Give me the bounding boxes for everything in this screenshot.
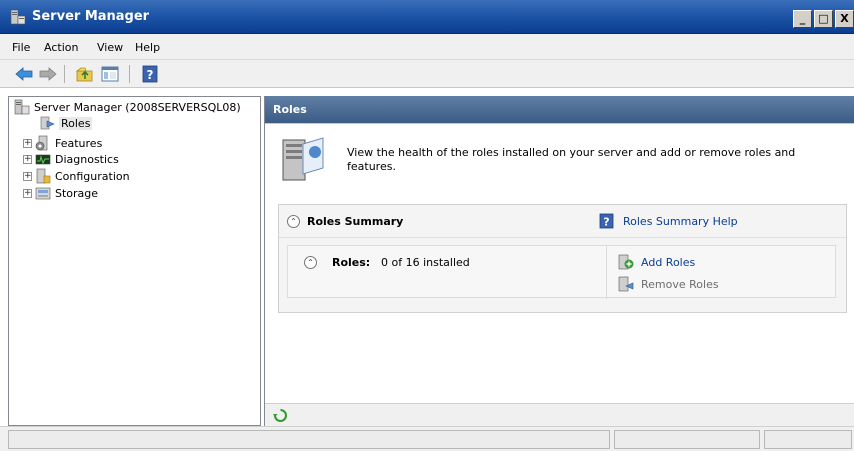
roles-panel-inner: ⌃ Roles: 0 of 16 installed Add Roles Rem bbox=[287, 245, 836, 299]
add-roles-icon[interactable] bbox=[618, 254, 634, 270]
svg-text:?: ? bbox=[603, 216, 609, 229]
expand-icon[interactable]: + bbox=[23, 188, 32, 198]
status-bar bbox=[0, 426, 854, 451]
content-footer bbox=[265, 403, 854, 426]
status-cell-tertiary bbox=[764, 430, 852, 449]
forward-arrow-icon[interactable] bbox=[38, 65, 58, 83]
server-manager-icon bbox=[10, 9, 26, 25]
tree-label-features: Features bbox=[55, 136, 103, 150]
navigation-tree[interactable]: Server Manager (2008SERVERSQL08) Roles +… bbox=[8, 96, 261, 426]
svg-text:?: ? bbox=[147, 68, 154, 82]
back-arrow-icon[interactable] bbox=[14, 65, 34, 83]
expand-icon[interactable]: + bbox=[23, 154, 32, 164]
tree-label-diagnostics: Diagnostics bbox=[55, 152, 119, 166]
tree-item-diagnostics[interactable]: + Diagnostics bbox=[23, 151, 119, 167]
roles-installed-count: 0 of 16 installed bbox=[381, 256, 470, 269]
expand-icon[interactable]: + bbox=[23, 138, 32, 148]
menu-file[interactable]: File bbox=[12, 41, 30, 54]
roles-summary-header: ⌃ Roles Summary ? Roles Summary Help bbox=[279, 205, 846, 238]
content-header: Roles bbox=[265, 96, 854, 123]
status-cell-secondary bbox=[614, 430, 760, 449]
roles-summary-title: Roles Summary bbox=[307, 215, 404, 228]
collapse-roles-button[interactable]: ⌃ bbox=[304, 256, 317, 269]
menu-help[interactable]: Help bbox=[135, 41, 160, 54]
toolbar-separator bbox=[129, 65, 130, 83]
tree-item-features[interactable]: + Features bbox=[23, 135, 102, 151]
tree-item-server-manager[interactable]: Server Manager (2008SERVERSQL08) bbox=[14, 99, 241, 115]
refresh-icon[interactable] bbox=[273, 408, 288, 423]
close-button[interactable]: X bbox=[835, 10, 854, 28]
roles-large-icon bbox=[282, 137, 324, 181]
roles-panel: ⌃ Roles: 0 of 16 installed Add Roles Rem bbox=[279, 245, 846, 299]
diagnostics-icon bbox=[35, 154, 51, 165]
page-title: Roles bbox=[273, 103, 307, 116]
remove-roles-link[interactable]: Remove Roles bbox=[641, 278, 719, 291]
help-icon[interactable]: ? bbox=[140, 65, 160, 83]
roles-label: Roles: bbox=[332, 256, 371, 269]
maximize-button[interactable]: □ bbox=[814, 10, 833, 28]
storage-icon bbox=[35, 187, 51, 200]
roles-description: View the health of the roles installed o… bbox=[347, 146, 796, 173]
toolbar-separator bbox=[64, 65, 65, 83]
menu-view[interactable]: View bbox=[97, 41, 123, 54]
status-cell-main bbox=[8, 430, 610, 449]
tree-label-server-manager: Server Manager (2008SERVERSQL08) bbox=[34, 100, 241, 114]
tree-item-storage[interactable]: + Storage bbox=[23, 185, 98, 201]
tree-label-storage: Storage bbox=[55, 186, 99, 200]
configuration-icon bbox=[36, 168, 51, 184]
tree-label-configuration: Configuration bbox=[55, 169, 130, 183]
tree-item-roles[interactable]: Roles bbox=[39, 115, 93, 131]
minimize-button[interactable]: _ bbox=[793, 10, 812, 28]
window-controls: _ □ X bbox=[791, 10, 854, 30]
add-roles-link[interactable]: Add Roles bbox=[641, 256, 695, 269]
menu-action[interactable]: Action bbox=[44, 41, 78, 54]
roles-summary-section: ⌃ Roles Summary ? Roles Summary Help ⌃ R… bbox=[278, 204, 847, 313]
content-body: View the health of the roles installed o… bbox=[265, 123, 854, 403]
server-manager-icon bbox=[14, 99, 30, 115]
toolbar: ? bbox=[0, 60, 854, 88]
menu-bar: File Action View Help bbox=[0, 34, 854, 60]
roles-icon bbox=[40, 116, 55, 130]
collapse-section-button[interactable]: ⌃ bbox=[287, 215, 300, 228]
roles-summary-help-link[interactable]: Roles Summary Help bbox=[623, 215, 738, 228]
up-folder-icon[interactable] bbox=[75, 65, 95, 83]
help-icon[interactable]: ? bbox=[599, 213, 614, 229]
window-title: Server Manager bbox=[32, 9, 150, 24]
show-hide-tree-icon[interactable] bbox=[100, 65, 120, 83]
content-pane: Roles View the health of the roles insta… bbox=[264, 96, 854, 426]
remove-roles-icon[interactable] bbox=[618, 276, 634, 292]
expand-icon[interactable]: + bbox=[23, 171, 32, 181]
tree-item-configuration[interactable]: + Configuration bbox=[23, 168, 130, 184]
title-bar[interactable]: Server Manager _ □ X bbox=[0, 0, 854, 34]
tree-label-roles: Roles bbox=[59, 116, 93, 130]
features-icon bbox=[35, 135, 48, 151]
divider bbox=[606, 246, 607, 299]
